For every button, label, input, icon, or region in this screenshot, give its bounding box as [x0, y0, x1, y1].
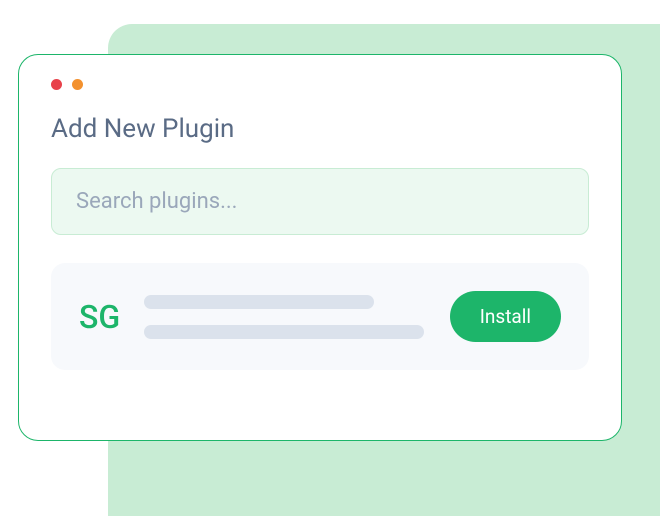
- plugin-badge: SG: [79, 298, 120, 336]
- install-button[interactable]: Install: [450, 291, 561, 342]
- plugin-title-placeholder: [144, 295, 374, 309]
- plugin-description-placeholder: [144, 325, 424, 339]
- plugin-window: Add New Plugin SG Install: [18, 54, 622, 441]
- page-title: Add New Plugin: [51, 114, 589, 144]
- close-icon[interactable]: [51, 79, 62, 90]
- minimize-icon[interactable]: [72, 79, 83, 90]
- plugin-card: SG Install: [51, 263, 589, 370]
- plugin-info: [144, 295, 426, 339]
- window-controls: [51, 79, 589, 90]
- search-input[interactable]: [51, 168, 589, 235]
